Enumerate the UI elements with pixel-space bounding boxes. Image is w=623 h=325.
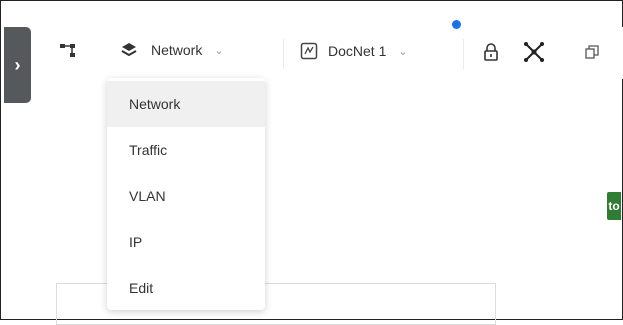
toolbar: Network ⌄ DocNet 1 ⌄ bbox=[45, 27, 623, 79]
dropdown-item-ip[interactable]: IP bbox=[107, 219, 265, 265]
expand-nodes-icon[interactable] bbox=[523, 41, 545, 63]
view-dropdown-menu: Network Traffic VLAN IP Edit bbox=[107, 78, 265, 310]
divider bbox=[463, 39, 464, 69]
copy-icon[interactable] bbox=[585, 45, 599, 59]
dropdown-item-vlan[interactable]: VLAN bbox=[107, 173, 265, 219]
chevron-down-icon: ⌄ bbox=[214, 44, 224, 57]
dropdown-item-edit[interactable]: Edit bbox=[107, 265, 265, 311]
status-badge[interactable]: to bbox=[607, 192, 621, 220]
doc-selector-dropdown[interactable]: DocNet 1 ⌄ bbox=[300, 42, 408, 60]
notification-dot bbox=[452, 20, 461, 29]
dropdown-item-traffic[interactable]: Traffic bbox=[107, 127, 265, 173]
divider bbox=[283, 39, 284, 69]
status-badge-label: to bbox=[608, 199, 620, 213]
view-selector-dropdown[interactable]: Network ⌄ bbox=[121, 42, 224, 58]
chevron-down-icon: ⌄ bbox=[398, 45, 408, 58]
sidebar-toggle-button[interactable]: › bbox=[4, 27, 31, 103]
dropdown-item-network[interactable]: Network bbox=[107, 81, 265, 127]
view-selector-label: Network bbox=[151, 42, 203, 58]
doc-selector-label: DocNet 1 bbox=[328, 43, 387, 59]
topology-icon[interactable] bbox=[59, 43, 77, 59]
lock-icon[interactable] bbox=[483, 43, 499, 61]
document-icon bbox=[300, 42, 318, 60]
chevron-right-icon: › bbox=[14, 54, 21, 75]
layers-icon bbox=[121, 42, 137, 58]
